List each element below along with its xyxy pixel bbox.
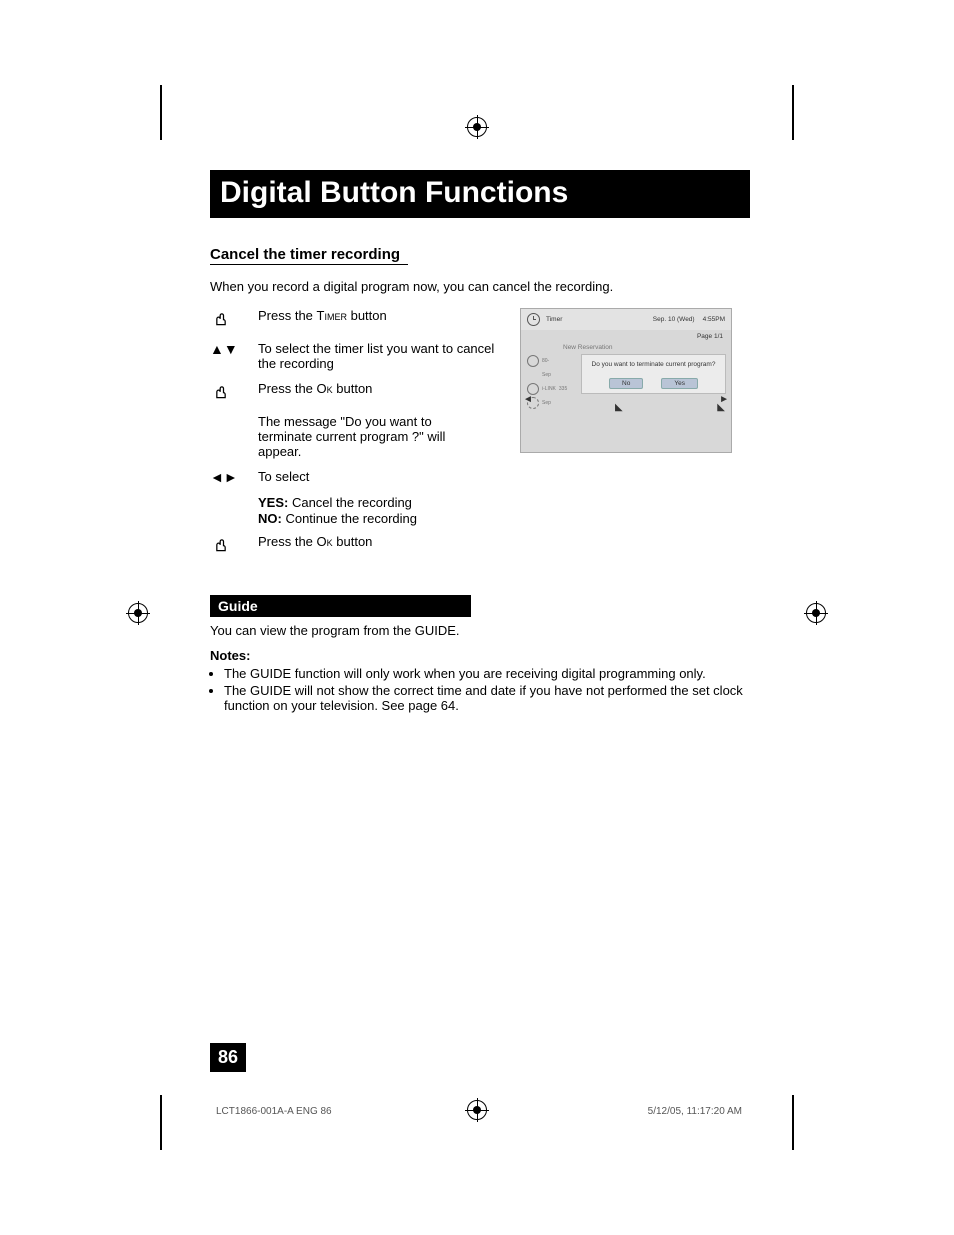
page-number: 86 [210, 1043, 246, 1072]
dialog-no-button: No [609, 378, 643, 389]
dialog-yes-button: Yes [661, 378, 698, 389]
timer-row-icon [527, 355, 539, 367]
step-text: Press the Ok button [258, 381, 498, 396]
timer-list-rows: 80- Sep i-LINK335 Sep [527, 354, 575, 410]
no-option: NO: Continue the recording [258, 511, 750, 526]
crop-mark [792, 1095, 794, 1150]
step-note: The message "Do you want to terminate cu… [258, 414, 488, 459]
screen-time: 4:55PM [703, 316, 725, 323]
step-text: To select the timer list you want to can… [258, 341, 498, 371]
registration-mark-icon [806, 603, 826, 623]
press-hand-icon [210, 381, 258, 404]
clock-icon [527, 313, 540, 326]
footer-timestamp: 5/12/05, 11:17:20 AM [648, 1106, 742, 1117]
yes-option: YES: Cancel the recording [258, 495, 750, 510]
note-item: The GUIDE function will only work when y… [224, 666, 750, 681]
press-hand-icon [210, 308, 258, 331]
page-title: Digital Button Functions [210, 170, 750, 218]
step-text: Press the Timer button [258, 308, 498, 323]
screen-page-indicator: Page 1/1 [521, 330, 731, 342]
tv-screen-mock: Timer Sep. 10 (Wed) 4:55PM Page 1/1 New … [520, 308, 732, 453]
press-hand-icon [210, 534, 258, 557]
section-heading-cancel: Cancel the timer recording [210, 246, 408, 265]
new-reservation-label: New Reservation [563, 344, 613, 351]
dialog-question: Do you want to terminate current program… [586, 361, 721, 368]
crop-mark [160, 85, 162, 140]
step-text: Press the Ok button [258, 534, 498, 549]
confirm-dialog: Do you want to terminate current program… [581, 354, 726, 394]
pointer-icon: ◣ [615, 402, 623, 413]
section-intro: When you record a digital program now, y… [210, 279, 750, 294]
left-right-arrows-icon: ◄► [210, 469, 258, 485]
registration-mark-icon [128, 603, 148, 623]
screen-title: Timer [546, 316, 562, 323]
notes-label: Notes: [210, 648, 750, 663]
registration-mark-icon [467, 1100, 487, 1120]
section-heading-guide: Guide [210, 595, 471, 617]
pointer-icon: ◣ [717, 402, 725, 413]
left-arrow-icon: ◄ [523, 394, 533, 405]
registration-mark-icon [467, 117, 487, 137]
note-item: The GUIDE will not show the correct time… [224, 683, 750, 713]
up-down-arrows-icon: ▲▼ [210, 341, 258, 357]
crop-mark [792, 85, 794, 140]
guide-intro: You can view the program from the GUIDE. [210, 623, 750, 638]
footer-doc-id: LCT1866-001A-A ENG 86 [216, 1106, 332, 1117]
step-text: To select [258, 469, 498, 484]
notes-list: The GUIDE function will only work when y… [224, 666, 750, 713]
screen-date: Sep. 10 (Wed) [653, 316, 695, 323]
crop-mark [160, 1095, 162, 1150]
